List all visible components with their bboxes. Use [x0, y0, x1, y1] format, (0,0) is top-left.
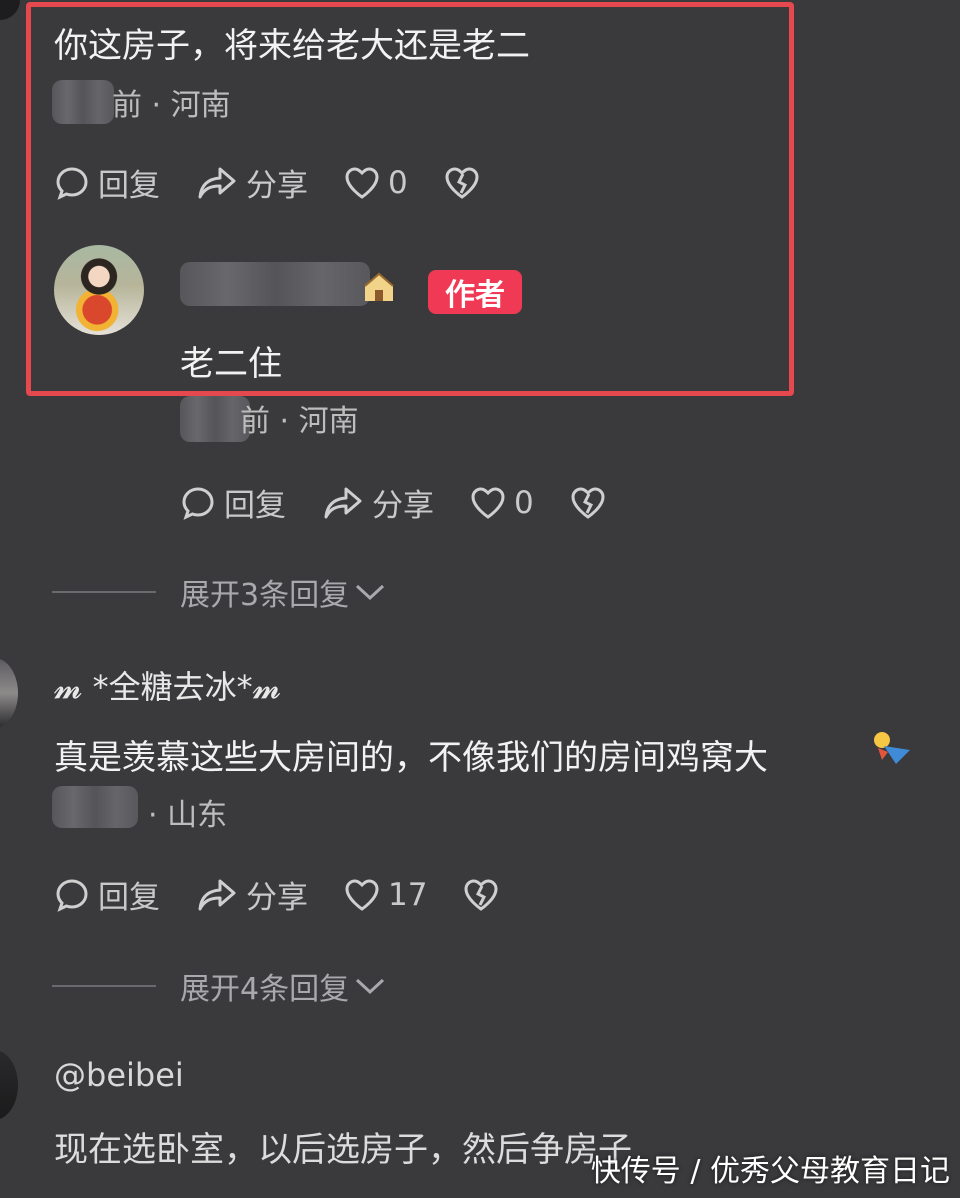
comment-actions: 回复 分享 17 [54, 872, 535, 917]
share-label: 分享 [246, 880, 308, 916]
blurred-username [180, 262, 370, 306]
share-arrow-icon [198, 167, 236, 198]
comment-text: 老二住 [180, 344, 282, 384]
share-button[interactable]: 分享 [322, 480, 434, 525]
expand-label: 展开3条回复 [180, 578, 350, 613]
like-button[interactable]: 0 [470, 485, 534, 521]
author-avatar[interactable] [54, 245, 144, 335]
comment-actions: 回复 分享 0 [54, 160, 516, 205]
comment-bubble-icon [56, 878, 88, 912]
dislike-button[interactable] [570, 486, 606, 520]
watermark: 快传号 / 优秀父母教育日记 [590, 1154, 950, 1189]
chevron-down-icon [356, 978, 385, 995]
username[interactable]: 𝓶 *全糖去冰*𝓶 [54, 662, 281, 708]
comment-bubble-icon [56, 166, 88, 200]
share-label: 分享 [246, 168, 308, 204]
reply-label: 回复 [98, 880, 160, 916]
expand-replies[interactable]: 展开4条回复 [52, 964, 387, 1008]
comment-actions: 回复 分享 0 [180, 480, 642, 525]
reply-label: 回复 [224, 488, 286, 524]
divider-line [52, 591, 156, 593]
broken-heart-icon [571, 486, 605, 519]
like-count: 0 [388, 164, 408, 201]
user-avatar[interactable] [0, 658, 18, 728]
reply-label: 回复 [98, 168, 160, 204]
share-arrow-icon [198, 879, 236, 910]
avatar-fragment [0, 0, 20, 20]
share-button[interactable]: 分享 [196, 872, 308, 917]
broken-heart-icon [445, 166, 479, 199]
comment-meta: 前 · 河南 [240, 404, 359, 439]
reply-button[interactable]: 回复 [180, 480, 286, 525]
expand-label: 展开4条回复 [180, 972, 350, 1007]
reply-button[interactable]: 回复 [54, 160, 160, 205]
dislike-button[interactable] [444, 166, 480, 200]
comment-bubble-icon [182, 486, 214, 520]
comment-text: 现在选卧室，以后选房子，然后争房子 [54, 1130, 632, 1170]
blurred-time [52, 80, 114, 124]
heart-icon [471, 486, 505, 519]
share-button[interactable]: 分享 [196, 160, 308, 205]
share-label: 分享 [372, 488, 434, 524]
share-arrow-icon [324, 487, 362, 518]
chevron-down-icon [356, 584, 385, 601]
like-button[interactable]: 0 [344, 165, 408, 201]
reply-button[interactable]: 回复 [54, 872, 160, 917]
dislike-button[interactable] [463, 878, 499, 912]
divider-line [52, 985, 156, 987]
comment-text: 你这房子，将来给老大还是老二 [54, 26, 530, 66]
comment-text: 真是羡慕这些大房间的，不像我们的房间鸡窝大 [54, 738, 768, 778]
like-count: 0 [514, 484, 534, 521]
like-button[interactable]: 17 [344, 877, 427, 913]
username[interactable]: @beibei [54, 1056, 184, 1094]
blurred-time [52, 786, 138, 828]
emoji-icon [870, 728, 914, 768]
comment-meta: 前 · 河南 [112, 88, 231, 123]
heart-icon [345, 166, 379, 199]
comment-meta: · 山东 [148, 798, 228, 833]
user-avatar[interactable] [0, 1050, 18, 1120]
like-count: 17 [388, 876, 428, 913]
heart-icon [345, 878, 379, 911]
house-emoji-icon [362, 270, 396, 304]
expand-replies[interactable]: 展开3条回复 [52, 570, 387, 614]
broken-heart-icon [464, 878, 498, 911]
author-badge: 作者 [428, 270, 522, 314]
